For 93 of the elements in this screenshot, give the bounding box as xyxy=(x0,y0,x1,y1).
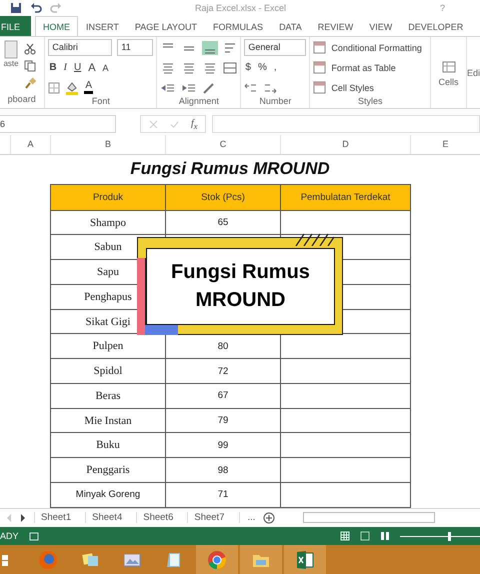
styles-menu-button[interactable]: Cell Styles xyxy=(331,82,374,93)
bold-button[interactable]: B xyxy=(48,62,58,74)
comma-button[interactable]: , xyxy=(272,62,278,74)
table-cell: 99 xyxy=(166,433,281,458)
column-header[interactable]: E xyxy=(410,134,480,154)
number-format-field[interactable]: General xyxy=(244,39,306,56)
shrink-font-button[interactable]: A xyxy=(102,62,110,73)
table-cell: 67 xyxy=(166,384,281,409)
column-header[interactable]: B xyxy=(50,134,165,154)
font-name-field[interactable]: Calibri xyxy=(48,39,112,56)
paste-button[interactable]: aste xyxy=(3,59,19,68)
fill-color-icon[interactable] xyxy=(65,80,80,95)
group-label: Font xyxy=(90,96,111,108)
wrap-text-icon[interactable] xyxy=(223,40,238,55)
sheet-tab[interactable]: Sheet6 xyxy=(136,512,180,524)
ribbon-tab[interactable]: FORMULAS xyxy=(205,16,272,36)
page-break-icon[interactable] xyxy=(380,531,390,542)
table-cell: 65 xyxy=(166,210,281,236)
sheet-tab[interactable]: Sheet7 xyxy=(187,512,230,524)
grow-font-button[interactable]: A xyxy=(87,62,97,74)
merge-icon[interactable] xyxy=(223,60,238,75)
column-header[interactable]: C xyxy=(165,134,280,154)
ribbon-tab[interactable]: INSERT xyxy=(78,16,127,36)
table-cell: Buku xyxy=(51,433,166,458)
table-cell: 79 xyxy=(166,408,281,434)
table-style-icon[interactable] xyxy=(313,81,326,94)
cells-button[interactable]: Cells xyxy=(438,77,459,88)
ribbon-tab[interactable]: HOME xyxy=(35,16,78,36)
italic-button[interactable]: I xyxy=(62,62,68,74)
card-title: Fungsi Rumus MROUND xyxy=(146,248,335,325)
table-cell: Shampo xyxy=(51,210,166,236)
insert-function-button[interactable]: f$_{x}$ xyxy=(191,118,198,131)
cells-icon[interactable] xyxy=(442,60,456,74)
macro-icon[interactable] xyxy=(28,531,39,542)
ribbon-tab[interactable]: VIEW xyxy=(361,16,400,36)
table-cell: Penggaris xyxy=(51,458,166,483)
zoom-thumb[interactable] xyxy=(448,532,451,541)
status-text: ADY xyxy=(0,531,19,542)
table-cell: 98 xyxy=(166,458,281,483)
underline-button[interactable]: U xyxy=(72,62,82,74)
orientation-icon[interactable] xyxy=(202,80,216,95)
name-box[interactable]: 6 xyxy=(0,115,116,134)
table-cell: 72 xyxy=(166,359,281,384)
border-icon[interactable] xyxy=(48,82,60,94)
check-icon[interactable] xyxy=(170,120,179,129)
styles-menu-button[interactable]: Conditional Formatting xyxy=(331,42,422,53)
sheet-title: Fungsi Rumus MROUND xyxy=(129,158,331,180)
table-header-cell: Produk xyxy=(51,184,166,211)
percent-button[interactable]: % xyxy=(256,62,268,74)
table-header-cell: Pembulatan Terdekat xyxy=(281,184,411,211)
copy-icon[interactable] xyxy=(24,60,36,72)
undo-icon[interactable] xyxy=(30,2,42,14)
table-cell: Minyak Goreng xyxy=(51,482,166,508)
brush-icon[interactable] xyxy=(24,77,36,90)
chrome-icon[interactable] xyxy=(207,550,227,570)
scissors-icon[interactable] xyxy=(24,43,36,56)
clipboard-icon[interactable] xyxy=(4,39,18,60)
page-layout-icon[interactable] xyxy=(360,531,370,542)
column-header[interactable]: A xyxy=(10,134,50,154)
sheet-tab[interactable]: Sheet4 xyxy=(85,512,128,524)
add-sheet-icon[interactable] xyxy=(263,512,276,524)
more-sheets-button[interactable]: ... xyxy=(238,512,256,524)
ribbon-tab[interactable]: DATA xyxy=(271,16,310,36)
font-color-button[interactable]: A xyxy=(84,81,94,94)
styles-menu-button[interactable]: Format as Table xyxy=(331,62,396,73)
group-label: Number xyxy=(258,96,292,108)
table-cell: Mie Instan xyxy=(51,408,166,434)
ribbon-tab[interactable]: REVIEW xyxy=(310,16,362,36)
horizontal-scrollbar[interactable] xyxy=(303,512,436,524)
table-cell: 71 xyxy=(166,482,281,508)
align-icon[interactable] xyxy=(202,40,218,55)
editing-button[interactable]: Edi xyxy=(466,68,480,78)
formula-field[interactable] xyxy=(212,115,480,134)
spreadsheet-app-icon[interactable] xyxy=(295,550,315,570)
group-label: pboard xyxy=(6,94,37,106)
save-icon[interactable] xyxy=(10,2,22,14)
group-label: Styles xyxy=(356,96,384,108)
normal-view-icon[interactable] xyxy=(340,531,350,542)
column-header[interactable]: D xyxy=(280,134,410,154)
sheet-tab[interactable]: Sheet1 xyxy=(34,512,78,524)
table-style-icon[interactable] xyxy=(313,41,326,54)
table-style-icon[interactable] xyxy=(313,61,326,74)
group-label: Alignment xyxy=(178,96,220,108)
font-size-field[interactable]: 11 xyxy=(117,39,154,56)
ribbon-tab[interactable]: PAGE LAYOUT xyxy=(126,16,206,36)
table-cell: Beras xyxy=(51,384,166,409)
ribbon-tab[interactable]: DEVELOPER xyxy=(400,16,472,36)
scroll-right-icon[interactable] xyxy=(20,514,26,522)
currency-button[interactable]: $ xyxy=(244,62,252,74)
table-header-cell: Stok (Pcs) xyxy=(166,184,281,211)
ribbon-tab[interactable]: FILE xyxy=(0,16,32,36)
window-title: Raja Excel.xlsx - Excel xyxy=(195,3,286,13)
table-cell: Spidol xyxy=(51,359,166,384)
